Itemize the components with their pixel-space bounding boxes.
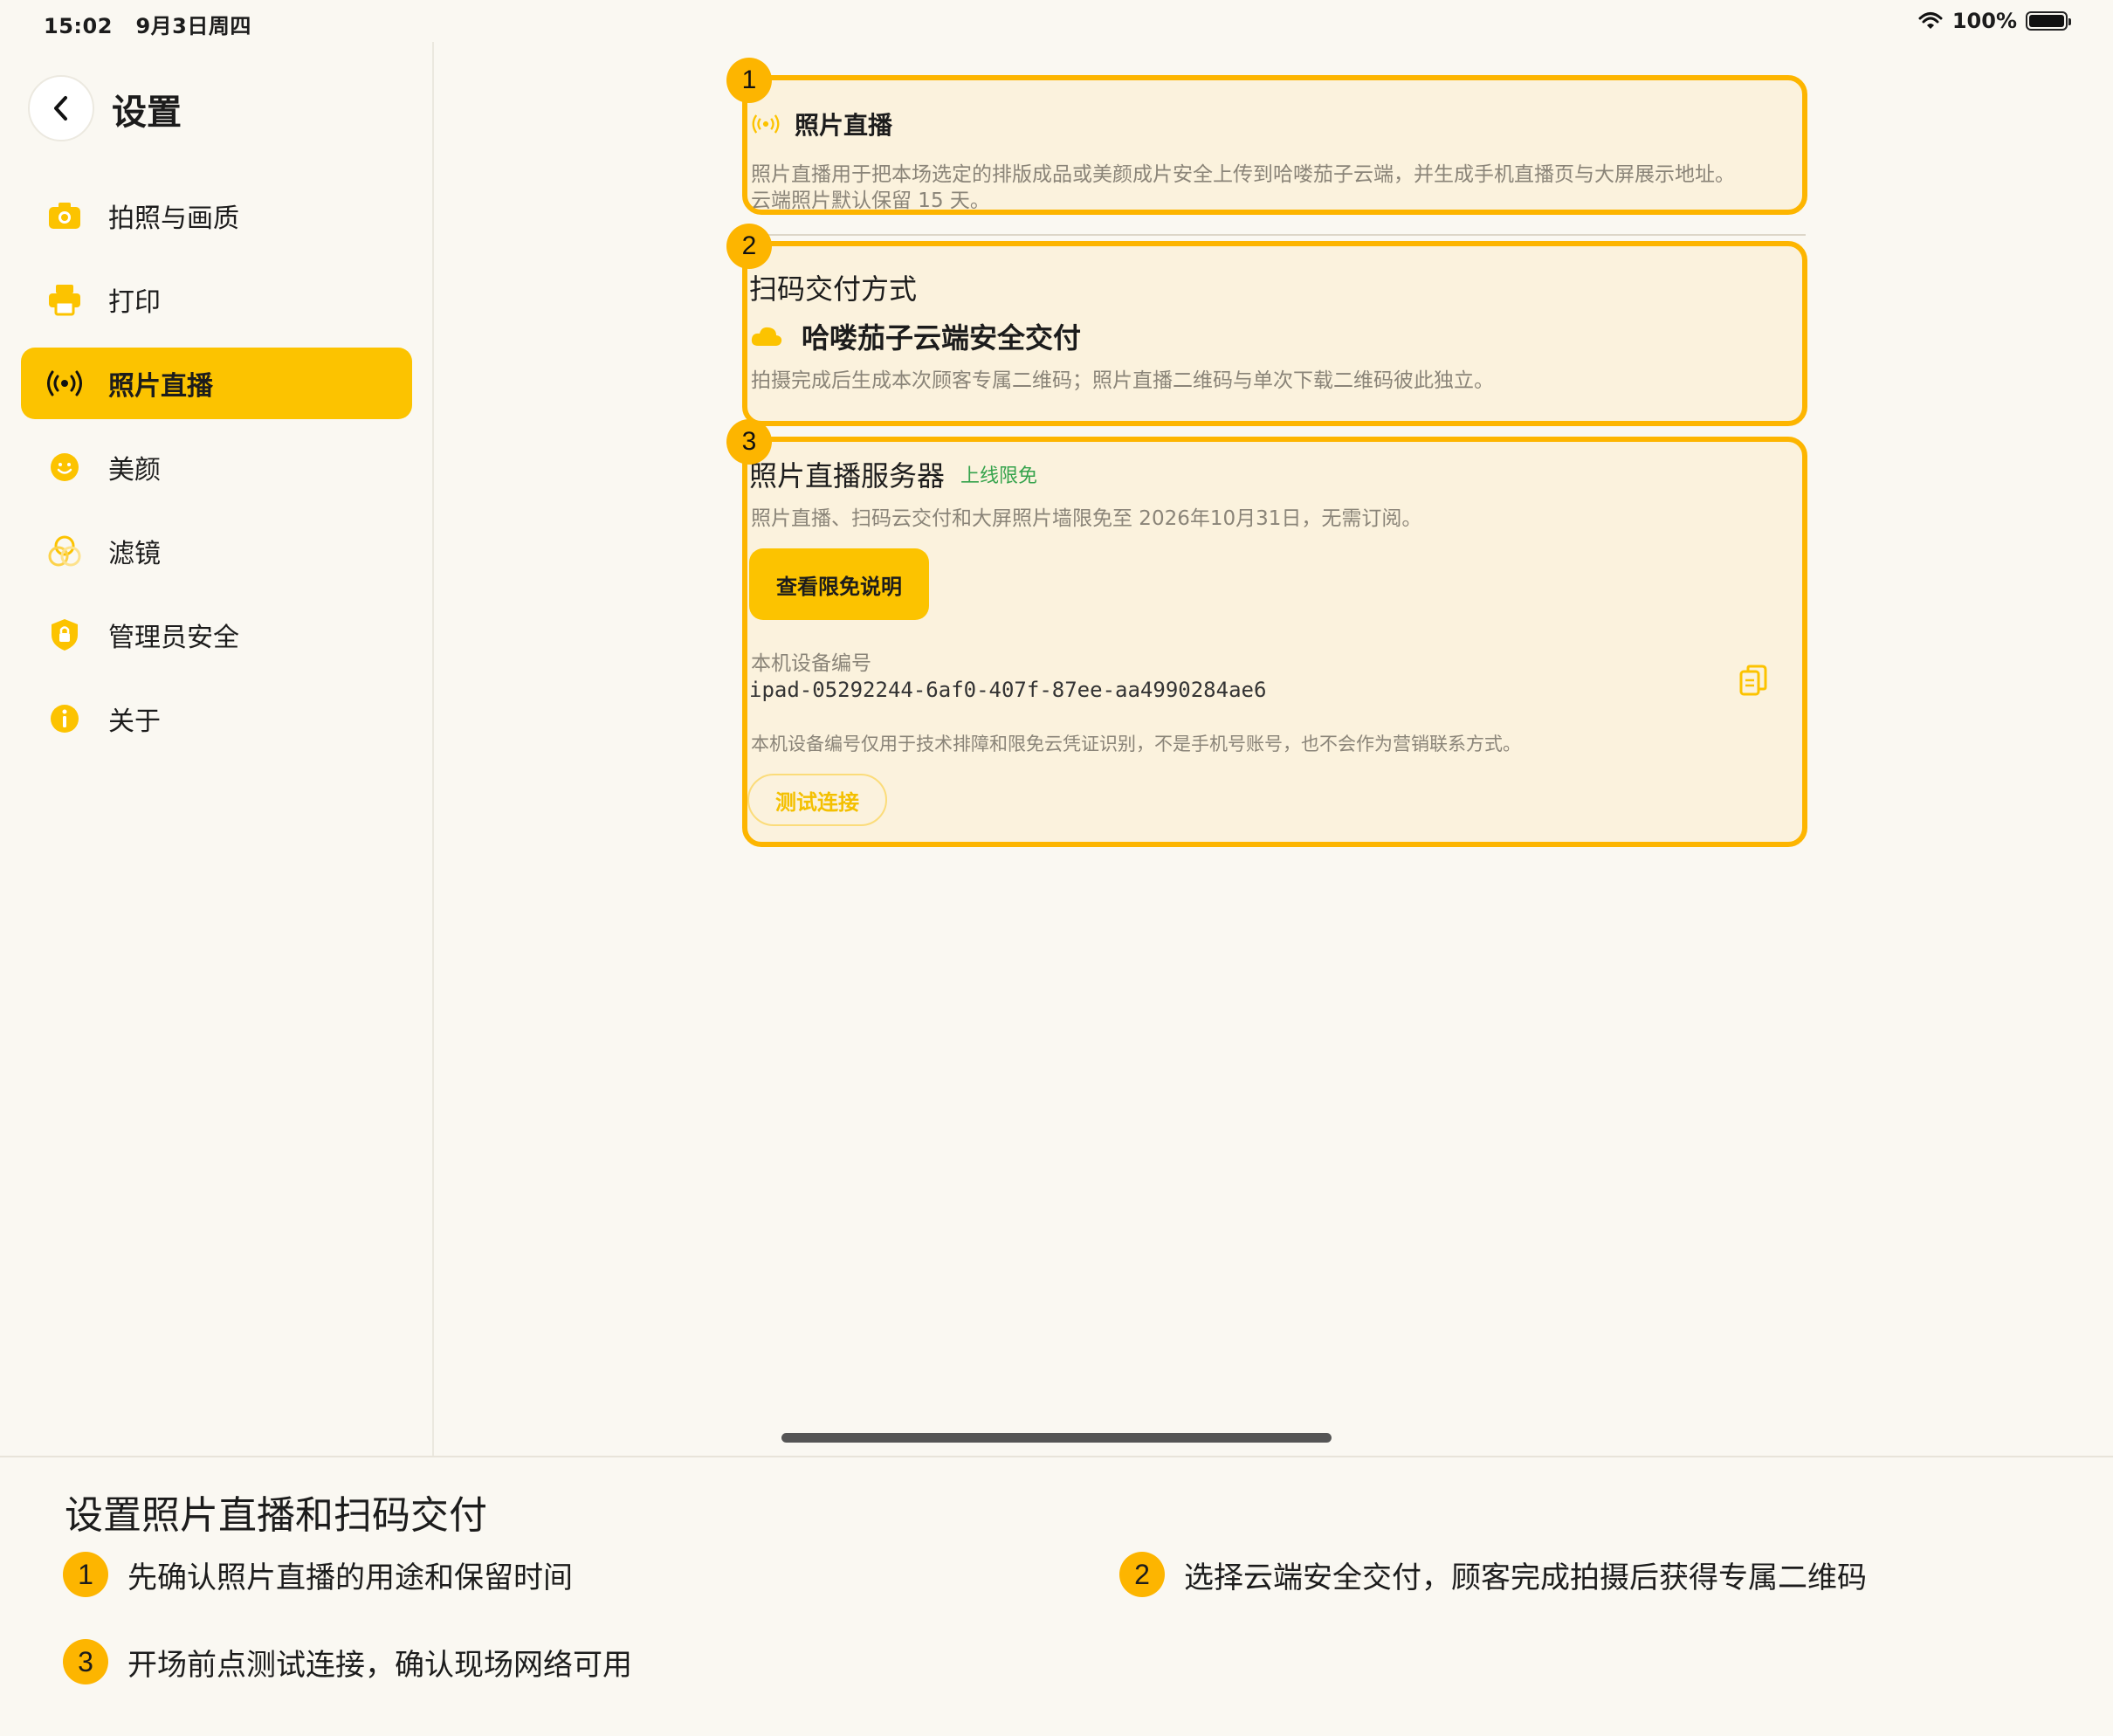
battery-icon [2026,11,2071,31]
step-badge-2: 2 [726,224,772,269]
broadcast-icon [45,364,84,403]
status-right: 100% [1917,9,2071,33]
sidebar-item-label: 关于 [108,706,161,737]
camera-icon [45,196,84,235]
step-number-2: 2 [1119,1552,1165,1597]
status-time: 15:02 9月3日周四 [44,9,251,39]
chevron-left-icon [54,96,67,121]
delivery-option-label: 哈喽茄子云端安全交付 [802,321,1082,355]
test-connection-button[interactable]: 测试连接 [747,774,887,826]
server-title-text: 照片直播服务器 [749,459,946,493]
delivery-card: 扫码交付方式 哈喽茄子云端安全交付 拍摄完成后生成本次顾客专属二维码；照片直播二… [742,241,1807,426]
instruction-text: 开场前点测试连接，确认现场网络可用 [127,1647,632,1683]
wifi-icon [1918,12,1943,29]
sidebar-item-filter[interactable]: 滤镜 [21,515,412,587]
sidebar-title: 设置 [112,93,182,133]
device-id-label: 本机设备编号 [751,652,871,675]
instruction-text: 选择云端安全交付，顾客完成拍摄后获得专属二维码 [1184,1560,1867,1595]
device-id-value: ipad-05292244-6af0-407f-87ee-aa4990284ae… [749,678,1267,702]
device-id-note: 本机设备编号仅用于技术排障和限免云凭证识别，不是手机号账号，也不会作为营销联系方… [751,734,1521,754]
back-button[interactable] [28,75,94,141]
view-free-details-button[interactable]: 查看限免说明 [749,548,929,620]
sidebar-item-about[interactable]: 关于 [21,683,412,754]
delivery-option[interactable]: 哈喽茄子云端安全交付 [751,316,1081,356]
battery-percent: 100% [1951,9,2017,33]
photo-live-card: 照片直播 照片直播用于把本场选定的排版成品或美颜成片安全上传到哈喽茄子云端，并生… [742,75,1807,215]
photo-live-description: 照片直播用于把本场选定的排版成品或美颜成片安全上传到哈喽茄子云端，并生成手机直播… [751,163,1735,186]
sidebar-item-label: 拍照与画质 [108,203,239,234]
photo-live-title: 照片直播 [751,107,892,141]
step-number-3: 3 [63,1639,108,1684]
free-tag: 上线限免 [960,465,1038,487]
filter-icon [45,532,84,570]
sidebar-item-label: 照片直播 [108,371,213,402]
delivery-description: 拍摄完成后生成本次顾客专属二维码；照片直播二维码与单次下载二维码彼此独立。 [751,369,1494,392]
status-bar: 15:02 9月3日周四 100% [0,0,2113,42]
instruction-step-1: 1 先确认照片直播的用途和保留时间 [63,1552,573,1597]
sidebar-item-camera-quality[interactable]: 拍照与画质 [21,180,412,251]
info-icon [45,699,84,738]
step-badge-1: 1 [726,58,772,103]
sidebar: 设置 拍照与画质 打印 照片直播 美颜 滤镜 管理员安全 关于 [0,42,434,1457]
broadcast-icon [752,114,780,134]
sidebar-item-print[interactable]: 打印 [21,264,412,335]
copy-icon [1739,665,1767,696]
copy-button[interactable] [1734,662,1772,700]
server-card: 照片直播服务器 上线限免 照片直播、扫码云交付和大屏照片墙限免至 2026年10… [742,437,1807,847]
step-badge-3: 3 [726,419,772,465]
printer-icon [45,280,84,319]
photo-live-title-text: 照片直播 [795,111,893,140]
sidebar-item-beauty[interactable]: 美颜 [21,431,412,503]
clock-text: 15:02 [44,14,113,38]
cloud-icon [751,327,782,346]
instructions-panel: 设置照片直播和扫码交付 1 先确认照片直播的用途和保留时间 2 选择云端安全交付… [0,1456,2113,1736]
delivery-title: 扫码交付方式 [749,272,918,306]
server-title: 照片直播服务器 上线限免 [749,454,1037,494]
sidebar-item-label: 美颜 [108,455,161,486]
instructions-title: 设置照片直播和扫码交付 [65,1493,487,1538]
instruction-step-3: 3 开场前点测试连接，确认现场网络可用 [63,1639,632,1684]
step-number-1: 1 [63,1552,108,1597]
sidebar-item-photo-live[interactable]: 照片直播 [21,348,412,419]
server-description: 照片直播、扫码云交付和大屏照片墙限免至 2026年10月31日，无需订阅。 [751,507,1422,530]
instruction-step-2: 2 选择云端安全交付，顾客完成拍摄后获得专属二维码 [1119,1552,1867,1597]
sidebar-menu: 拍照与画质 打印 照片直播 美颜 滤镜 管理员安全 关于 [21,180,412,767]
divider [744,234,1806,236]
shield-icon [45,616,84,654]
smile-icon [45,448,84,486]
sidebar-item-label: 打印 [108,287,161,318]
sidebar-item-label: 滤镜 [108,539,161,569]
photo-live-retention: 云端照片默认保留 15 天。 [751,189,990,212]
sidebar-item-label: 管理员安全 [108,623,239,653]
date-text: 9月3日周四 [135,14,251,38]
instruction-text: 先确认照片直播的用途和保留时间 [127,1560,573,1595]
home-indicator [781,1433,1332,1443]
sidebar-item-admin-security[interactable]: 管理员安全 [21,599,412,671]
